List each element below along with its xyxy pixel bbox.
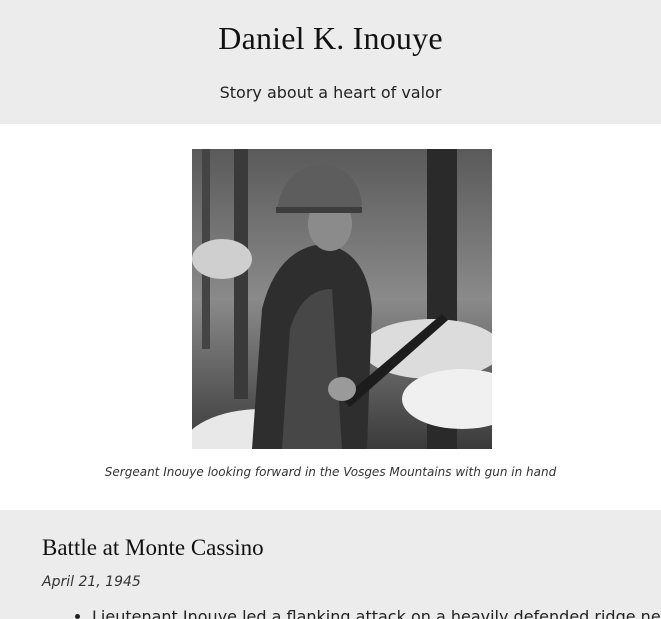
section-heading: Battle at Monte Cassino [42,535,264,560]
section-date: April 21, 1945 [42,574,141,590]
page-header: Daniel K. Inouye Story about a heart of … [0,0,661,124]
soldier-photo [192,149,492,449]
list-item: Lieutenant Inouye led a flanking attack … [92,606,661,619]
page-title: Daniel K. Inouye [218,20,443,56]
page-subtitle: Story about a heart of valor [219,83,442,102]
battle-section: Battle at Monte Cassino April 21, 1945 L… [0,510,661,619]
section-list: Lieutenant Inouye led a flanking attack … [74,606,661,619]
photo-caption: Sergeant Inouye looking forward in the V… [104,465,557,479]
